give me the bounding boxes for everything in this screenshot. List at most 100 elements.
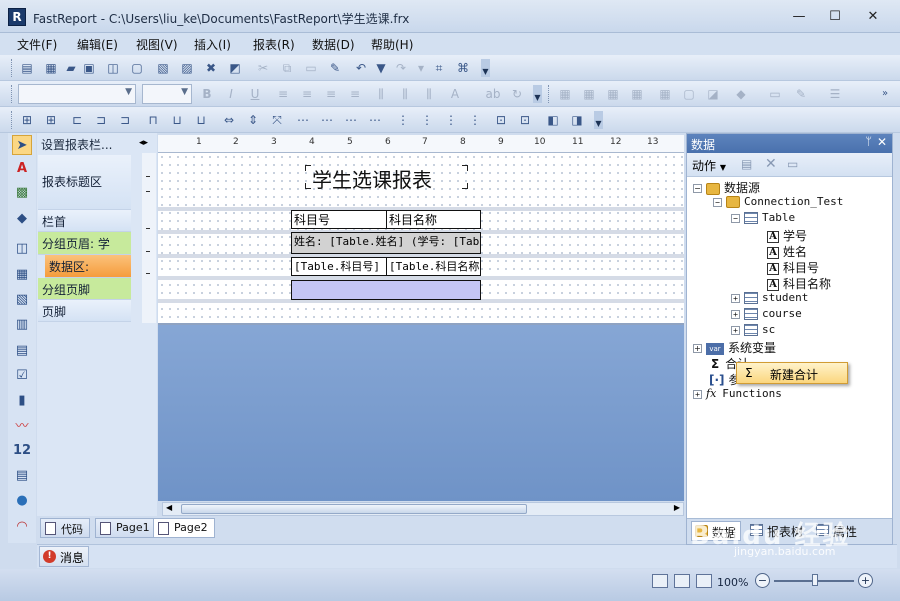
subreport-icon[interactable]: ◫ [12, 239, 32, 259]
menu-data[interactable]: 数据(D) [312, 36, 355, 53]
rich-text-icon[interactable]: ▤ [12, 341, 32, 361]
font-size-combo[interactable]: ▼ [142, 84, 192, 104]
band-column-header[interactable]: 栏首 [38, 210, 131, 232]
italic-icon[interactable]: I [222, 85, 240, 103]
align-bottoms-icon[interactable]: ⊔ [192, 111, 210, 129]
report-title-text[interactable]: 学生选课报表 [312, 164, 432, 193]
toolbar-more-icon[interactable]: » [876, 85, 894, 103]
same-height-icon[interactable]: ⇕ [244, 111, 262, 129]
frame-none-icon[interactable]: ▢ [680, 85, 698, 103]
band-group-footer[interactable]: 分组页脚 [38, 278, 131, 300]
cellular-text-icon[interactable]: ▤ [12, 466, 32, 486]
rotate-icon[interactable]: ↻ [508, 85, 526, 103]
align-right-icon[interactable]: ≡ [322, 85, 340, 103]
close-button[interactable]: ✕ [860, 8, 886, 26]
increase-v-space-icon[interactable]: ⋮ [418, 111, 436, 129]
new-page-icon[interactable]: ▦ [42, 59, 60, 77]
band-page-footer[interactable]: 页脚 [38, 300, 131, 322]
underline-icon[interactable]: U [246, 85, 264, 103]
save-icon[interactable]: ▣ [80, 59, 98, 77]
table-object-icon[interactable]: ▦ [12, 265, 32, 285]
tree-datasources[interactable]: − 数据源 [693, 179, 760, 196]
matrix-object-icon[interactable]: ▧ [12, 290, 32, 310]
frame-bottom-icon[interactable]: ▦ [580, 85, 598, 103]
valign-top-icon[interactable]: ⫼ [372, 85, 390, 103]
delete-page-icon[interactable]: ✖ [202, 59, 220, 77]
tab-code[interactable]: 代码 [40, 518, 90, 538]
tab-page2[interactable]: Page2 [153, 518, 215, 538]
toolbar-overflow-icon[interactable]: ▼ [533, 85, 542, 103]
menu-file[interactable]: 文件(F) [17, 36, 57, 53]
fill-color-icon[interactable]: ◆ [732, 85, 750, 103]
tree-connection[interactable]: − Connection_Test [713, 195, 843, 208]
close-panel-icon[interactable]: ✕ [877, 135, 887, 149]
menu-insert[interactable]: 插入(I) [194, 36, 231, 53]
maximize-button[interactable]: ☐ [822, 8, 848, 26]
zoom-slider-thumb[interactable] [812, 574, 818, 586]
band-report-title[interactable]: 报表标题区 [38, 155, 131, 210]
same-width-icon[interactable]: ⇔ [220, 111, 238, 129]
tree-field[interactable]: A 科目名称 [767, 275, 831, 292]
send-to-back-icon[interactable]: ◨ [568, 111, 586, 129]
edit-icon[interactable]: ▤ [741, 157, 752, 171]
space-vertical-icon[interactable]: ⋮ [394, 111, 412, 129]
line-color-icon[interactable]: ✎ [792, 85, 810, 103]
font-color-icon[interactable]: A [446, 85, 464, 103]
text-object-icon[interactable]: A [12, 159, 32, 179]
tree-table[interactable]: − Table [731, 211, 795, 224]
toolbar-overflow-icon[interactable]: ▼ [594, 111, 603, 129]
group-footer-object[interactable] [291, 280, 481, 300]
view-icon[interactable]: ▭ [787, 157, 798, 171]
bring-to-front-icon[interactable]: ◧ [544, 111, 562, 129]
redo-icon[interactable]: ↷ [392, 59, 410, 77]
tree-field[interactable]: A 姓名 [767, 243, 807, 260]
fit-grid-icon[interactable]: ⊞ [42, 111, 60, 129]
map-object-icon[interactable]: ● [12, 491, 32, 511]
tree-field[interactable]: A 学号 [767, 227, 807, 244]
gauge-icon[interactable]: ◠ [12, 517, 32, 537]
minimize-button[interactable]: — [786, 8, 812, 26]
page-setup-icon[interactable]: ▧ [154, 59, 172, 77]
add-page-icon[interactable]: ▨ [178, 59, 196, 77]
column-header-course-name[interactable]: 科目名称 [386, 210, 481, 229]
messages-button[interactable]: ! 消息 [39, 546, 89, 567]
preview-icon[interactable]: ▢ [128, 59, 146, 77]
align-left-icon[interactable]: ≡ [274, 85, 292, 103]
zoom-out-button[interactable]: − [755, 573, 770, 588]
picture-object-icon[interactable]: ▩ [12, 183, 32, 203]
save-all-icon[interactable]: ◫ [104, 59, 122, 77]
page-settings-icon[interactable]: ◩ [226, 59, 244, 77]
actions-dropdown[interactable]: 动作 ▼ [692, 157, 726, 174]
format-painter-icon[interactable]: ✎ [326, 59, 344, 77]
undo-icon[interactable]: ↶ [352, 59, 370, 77]
paste-icon[interactable]: ▭ [302, 59, 320, 77]
highlight-icon[interactable]: ab [484, 85, 502, 103]
menu-help[interactable]: 帮助(H) [371, 36, 413, 53]
decrease-h-space-icon[interactable]: ⋯ [342, 111, 360, 129]
remove-v-space-icon[interactable]: ⋮ [466, 111, 484, 129]
menu-report[interactable]: 报表(R) [253, 36, 295, 53]
valign-bottom-icon[interactable]: ⫼ [420, 85, 438, 103]
align-tops-icon[interactable]: ⊓ [144, 111, 162, 129]
group-icon[interactable]: ⌗ [430, 59, 448, 77]
scroll-right-icon[interactable]: ▶ [674, 503, 680, 512]
tree-system-variables[interactable]: + var 系统变量 [693, 339, 776, 356]
zip-code-icon[interactable]: 12 [12, 441, 32, 461]
line-width-icon[interactable]: ☰ [826, 85, 844, 103]
align-center-icon[interactable]: ≡ [298, 85, 316, 103]
frame-right-icon[interactable]: ▦ [628, 85, 646, 103]
align-centers-icon[interactable]: ⊐ [92, 111, 110, 129]
shape-object-icon[interactable]: ◆ [12, 209, 32, 229]
toolbar-overflow-icon[interactable]: ▼ [481, 59, 490, 77]
column-header-course-id[interactable]: 科目号 [291, 210, 387, 229]
data-course-name-field[interactable]: [Table.科目名称] [386, 257, 481, 276]
justify-icon[interactable]: ≡ [346, 85, 364, 103]
horizontal-scrollbar[interactable]: ◀ ▶ [162, 502, 684, 516]
view-width-icon[interactable] [674, 574, 690, 588]
delete-icon[interactable]: ✕ [765, 156, 777, 172]
align-middles-icon[interactable]: ⊔ [168, 111, 186, 129]
tab-page1[interactable]: Page1 [95, 518, 157, 538]
chart-object-icon[interactable]: ▮ [12, 391, 32, 411]
tree-table-course[interactable]: + course [731, 307, 802, 320]
tree-field[interactable]: A 科目号 [767, 259, 819, 276]
